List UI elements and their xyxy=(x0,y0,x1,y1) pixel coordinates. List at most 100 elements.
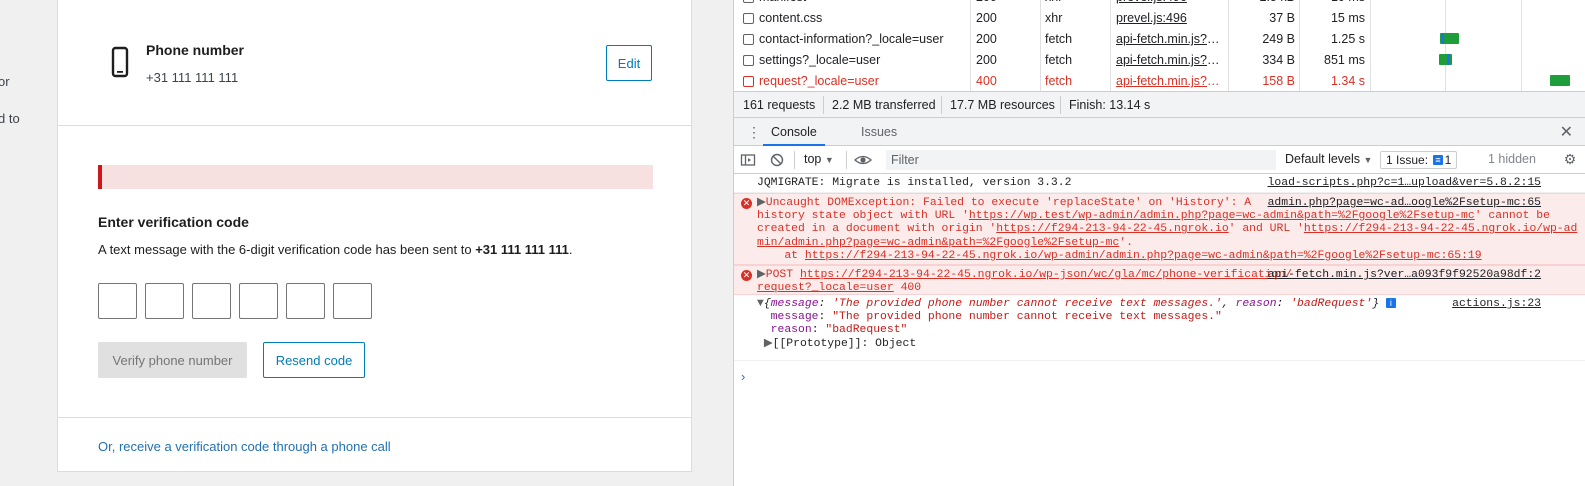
expand-triangle-icon[interactable]: ▶ xyxy=(757,197,766,209)
message-text: ▶POST https://f294-213-94-22-45.ngrok.io… xyxy=(757,269,1292,295)
stack-trace-link[interactable]: https://f294-213-94-22-45.ngrok.io/wp-ad… xyxy=(805,250,1482,262)
log-levels-dropdown[interactable]: Default levels ▼ xyxy=(1285,152,1372,166)
tab-issues[interactable]: Issues xyxy=(853,118,905,146)
request-type: xhr xyxy=(1045,11,1063,25)
phone-verification-card: Phone number +31 111 111 111 Edit Enter … xyxy=(57,0,692,472)
verify-phone-button[interactable]: Verify phone number xyxy=(98,342,247,378)
expand-triangle-icon[interactable]: ▶ xyxy=(764,338,773,350)
divider xyxy=(58,417,691,418)
network-row[interactable]: settings?_locale=user 200 fetch api-fetc… xyxy=(734,50,1585,71)
request-type: xhr xyxy=(1045,0,1105,8)
object-key: reason xyxy=(1235,298,1277,310)
code-digit-input[interactable] xyxy=(145,283,184,319)
error-line: ' and URL ' xyxy=(1228,223,1304,236)
message-source-link[interactable]: api-fetch.min.js?ver…a093f9f92520a98df:2 xyxy=(1268,269,1541,282)
request-url-link[interactable]: request?_locale=user xyxy=(757,282,894,294)
row-checkbox[interactable] xyxy=(743,55,754,66)
network-row[interactable]: contact-information?_locale=user 200 fet… xyxy=(734,29,1585,50)
description-period: . xyxy=(568,242,573,257)
close-icon[interactable]: ✕ xyxy=(1560,122,1573,142)
message-source-link[interactable]: actions.js:23 xyxy=(1452,298,1541,311)
context-selector[interactable]: top ▼ xyxy=(804,152,834,166)
message-source-link[interactable]: admin.php?page=wc-ad…oogle%2Fsetup-mc:65 xyxy=(1268,197,1541,210)
chevron-down-icon: ▼ xyxy=(824,155,834,165)
request-initiator[interactable]: api-fetch.min.js?v… xyxy=(1116,71,1224,91)
error-url-link[interactable]: min/admin.php?page=wc-admin&path=%2Fgoog… xyxy=(757,237,1119,249)
error-line: ' cannot be xyxy=(1474,210,1550,223)
code-digit-input[interactable] xyxy=(333,283,372,319)
request-time: 851 ms xyxy=(1324,53,1365,67)
request-type: fetch xyxy=(1045,74,1073,88)
sidebar-toggle-icon[interactable] xyxy=(740,152,756,168)
error-url-link[interactable]: https://wp.test/wp-admin/admin.php?page=… xyxy=(969,210,1475,222)
object-key: message xyxy=(770,311,819,324)
issues-label: 1 Issue: xyxy=(1386,153,1429,167)
row-checkbox[interactable] xyxy=(743,13,754,24)
wp-page: or d to Phone number +31 111 111 111 Edi… xyxy=(0,0,733,486)
request-method: POST xyxy=(765,269,794,281)
waterfall-wait xyxy=(1441,33,1444,44)
row-checkbox[interactable] xyxy=(743,76,754,87)
clear-console-icon[interactable] xyxy=(769,152,785,168)
description-phone-number: +31 111 111 111 xyxy=(475,242,569,257)
verification-code-inputs xyxy=(98,283,372,319)
phone-number-value: +31 111 111 111 xyxy=(146,70,239,85)
code-digit-input[interactable] xyxy=(239,283,278,319)
request-name: settings?_locale=user xyxy=(759,53,881,67)
console-error-message: ✕ ▶POST https://f294-213-94-22-45.ngrok.… xyxy=(734,265,1585,295)
request-type: fetch xyxy=(1045,53,1073,67)
error-line: history state object with URL ' xyxy=(757,210,969,223)
request-status: 200 xyxy=(976,32,997,46)
request-size: 249 B xyxy=(1262,32,1295,46)
info-icon[interactable]: i xyxy=(1385,298,1396,308)
error-url-link[interactable]: https://f294-213-94-22-45.ngrok.io/wp-ad xyxy=(1304,223,1577,235)
network-row[interactable]: manifest 200 xhr prevel.js:496 2.5 kB 10… xyxy=(734,0,1585,8)
tab-console[interactable]: Console xyxy=(763,118,825,146)
network-row-error[interactable]: request?_locale=user 400 fetch api-fetch… xyxy=(734,71,1585,91)
request-initiator[interactable]: api-fetch.min.js?v… xyxy=(1116,50,1224,71)
request-url-link[interactable]: https://f294-213-94-22-45.ngrok.io/wp-js… xyxy=(800,269,1292,281)
code-digit-input[interactable] xyxy=(98,283,137,319)
more-options-icon[interactable]: ⋮ xyxy=(747,125,761,139)
waterfall-wait xyxy=(1447,54,1450,65)
request-initiator[interactable]: prevel.js:496 xyxy=(1116,0,1224,8)
phone-call-link[interactable]: Or, receive a verification code through … xyxy=(98,439,391,454)
summary-separator xyxy=(1060,96,1061,114)
object-prototype: [[Prototype]]: Object xyxy=(772,337,917,350)
eye-icon[interactable] xyxy=(854,152,872,168)
edit-button[interactable]: Edit xyxy=(606,45,652,81)
console-prompt-icon[interactable]: › xyxy=(741,370,745,383)
object-key: reason xyxy=(770,324,812,337)
gear-icon[interactable]: ⚙ xyxy=(1562,151,1578,167)
request-status: 400 xyxy=(976,74,997,88)
description-text: A text message with the 6-digit verifica… xyxy=(98,242,476,257)
issues-badge[interactable]: 1 Issue: ≡ 1 xyxy=(1380,151,1458,169)
sidebar-edge-text: d to xyxy=(0,111,20,126)
code-digit-input[interactable] xyxy=(192,283,231,319)
network-row[interactable]: content.css 200 xhr prevel.js:496 37 B 1… xyxy=(734,8,1585,29)
console-object-message: ▼{message: 'The provided phone number ca… xyxy=(734,295,1585,361)
error-url-link[interactable]: https://f294-213-94-22-45.ngrok.io xyxy=(996,223,1228,235)
sidebar-edge-text: or xyxy=(0,74,10,89)
error-line: Uncaught DOMException: Failed to execute… xyxy=(765,197,1252,209)
message-source-link[interactable]: load-scripts.php?c=1…upload&ver=5.8.2:15 xyxy=(1268,177,1541,190)
request-initiator[interactable]: api-fetch.min.js?v… xyxy=(1116,29,1224,50)
console-messages: JQMIGRATE: Migrate is installed, version… xyxy=(734,174,1585,486)
expand-triangle-icon[interactable]: ▶ xyxy=(757,269,766,281)
request-type: fetch xyxy=(1045,32,1073,46)
collapse-triangle-icon[interactable]: ▼ xyxy=(757,298,764,310)
error-icon: ✕ xyxy=(741,198,752,209)
row-checkbox[interactable] xyxy=(743,34,754,45)
request-size: 37 B xyxy=(1269,11,1295,25)
request-time: 15 ms xyxy=(1330,11,1365,25)
request-status-code: 400 xyxy=(900,282,922,295)
console-log-message: JQMIGRATE: Migrate is installed, version… xyxy=(734,174,1585,193)
resend-code-button[interactable]: Resend code xyxy=(263,342,365,378)
request-initiator[interactable]: prevel.js:496 xyxy=(1116,8,1224,29)
code-digit-input[interactable] xyxy=(286,283,325,319)
error-line: at xyxy=(757,249,805,262)
console-filter-input[interactable] xyxy=(886,150,1276,170)
object-value: 'badRequest' xyxy=(1290,298,1373,310)
request-time: 1.25 s xyxy=(1330,32,1365,46)
row-checkbox[interactable] xyxy=(743,0,754,3)
